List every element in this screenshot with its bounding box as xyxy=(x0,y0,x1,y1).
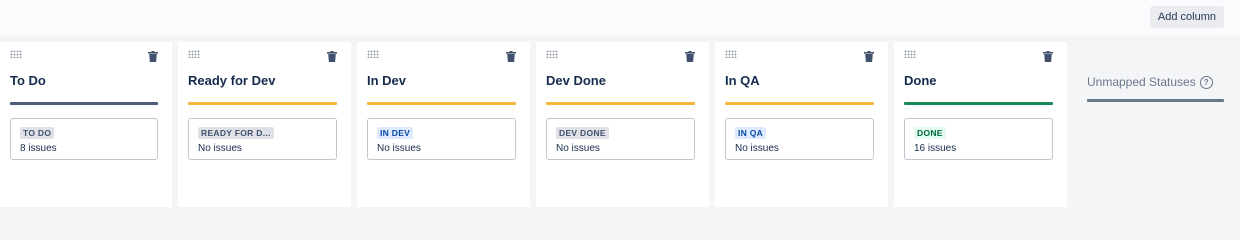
column-title[interactable]: Dev Done xyxy=(546,73,606,88)
board-toolbar: Add column xyxy=(0,0,1240,36)
unmapped-status-line xyxy=(1087,99,1224,102)
status-lozenge: IN DEV xyxy=(377,127,414,139)
question-circle-icon[interactable]: ? xyxy=(1199,75,1213,89)
column-dev-done[interactable]: Dev Done DEV DONE No issues xyxy=(536,42,709,207)
issue-count: 8 issues xyxy=(20,143,57,154)
column-status-line xyxy=(10,102,158,105)
trash-icon[interactable] xyxy=(685,51,695,62)
trash-icon[interactable] xyxy=(506,51,516,62)
column-title[interactable]: In QA xyxy=(725,73,760,88)
status-lozenge: DONE xyxy=(914,127,946,139)
column-ready-for-dev[interactable]: Ready for Dev READY FOR D... No issues xyxy=(178,42,351,207)
issue-count: No issues xyxy=(377,143,421,154)
status-card[interactable]: READY FOR D... No issues xyxy=(188,118,337,160)
column-title[interactable]: Done xyxy=(904,73,937,88)
drag-handle-icon[interactable] xyxy=(367,50,379,58)
drag-handle-icon[interactable] xyxy=(546,50,558,58)
status-card[interactable]: IN DEV No issues xyxy=(367,118,516,160)
status-lozenge: DEV DONE xyxy=(556,127,609,139)
issue-count: 16 issues xyxy=(914,143,957,154)
drag-handle-icon[interactable] xyxy=(188,50,200,58)
status-card[interactable]: DEV DONE No issues xyxy=(546,118,695,160)
drag-handle-icon[interactable] xyxy=(10,50,22,58)
trash-icon[interactable] xyxy=(1043,51,1053,62)
column-status-line xyxy=(367,102,516,105)
trash-icon[interactable] xyxy=(148,51,158,62)
column-in-qa[interactable]: In QA IN QA No issues xyxy=(715,42,888,207)
unmapped-statuses-column: Unmapped Statuses ? xyxy=(1073,42,1240,207)
issue-count: No issues xyxy=(735,143,779,154)
column-in-dev[interactable]: In Dev IN DEV No issues xyxy=(357,42,530,207)
column-title[interactable]: Ready for Dev xyxy=(188,73,275,88)
drag-handle-icon[interactable] xyxy=(904,50,916,58)
trash-icon[interactable] xyxy=(864,51,874,62)
column-board: To Do TO DO 8 issues Ready for Dev READY… xyxy=(0,42,1240,207)
add-column-button[interactable]: Add column xyxy=(1149,6,1224,28)
status-card[interactable]: IN QA No issues xyxy=(725,118,874,160)
column-status-line xyxy=(904,102,1053,105)
column-done[interactable]: Done DONE 16 issues xyxy=(894,42,1067,207)
trash-icon[interactable] xyxy=(327,51,337,62)
status-lozenge: TO DO xyxy=(20,127,55,139)
status-lozenge: READY FOR D... xyxy=(198,127,274,139)
status-lozenge: IN QA xyxy=(735,127,767,139)
status-card[interactable]: DONE 16 issues xyxy=(904,118,1053,160)
status-card[interactable]: TO DO 8 issues xyxy=(10,118,158,160)
column-status-line xyxy=(188,102,337,105)
unmapped-statuses-title: Unmapped Statuses ? xyxy=(1087,75,1213,89)
column-title[interactable]: To Do xyxy=(10,73,46,88)
issue-count: No issues xyxy=(198,143,242,154)
unmapped-title-text: Unmapped Statuses xyxy=(1087,75,1196,89)
issue-count: No issues xyxy=(556,143,600,154)
drag-handle-icon[interactable] xyxy=(725,50,737,58)
column-todo[interactable]: To Do TO DO 8 issues xyxy=(0,42,172,207)
column-status-line xyxy=(546,102,695,105)
column-status-line xyxy=(725,102,874,105)
column-title[interactable]: In Dev xyxy=(367,73,406,88)
